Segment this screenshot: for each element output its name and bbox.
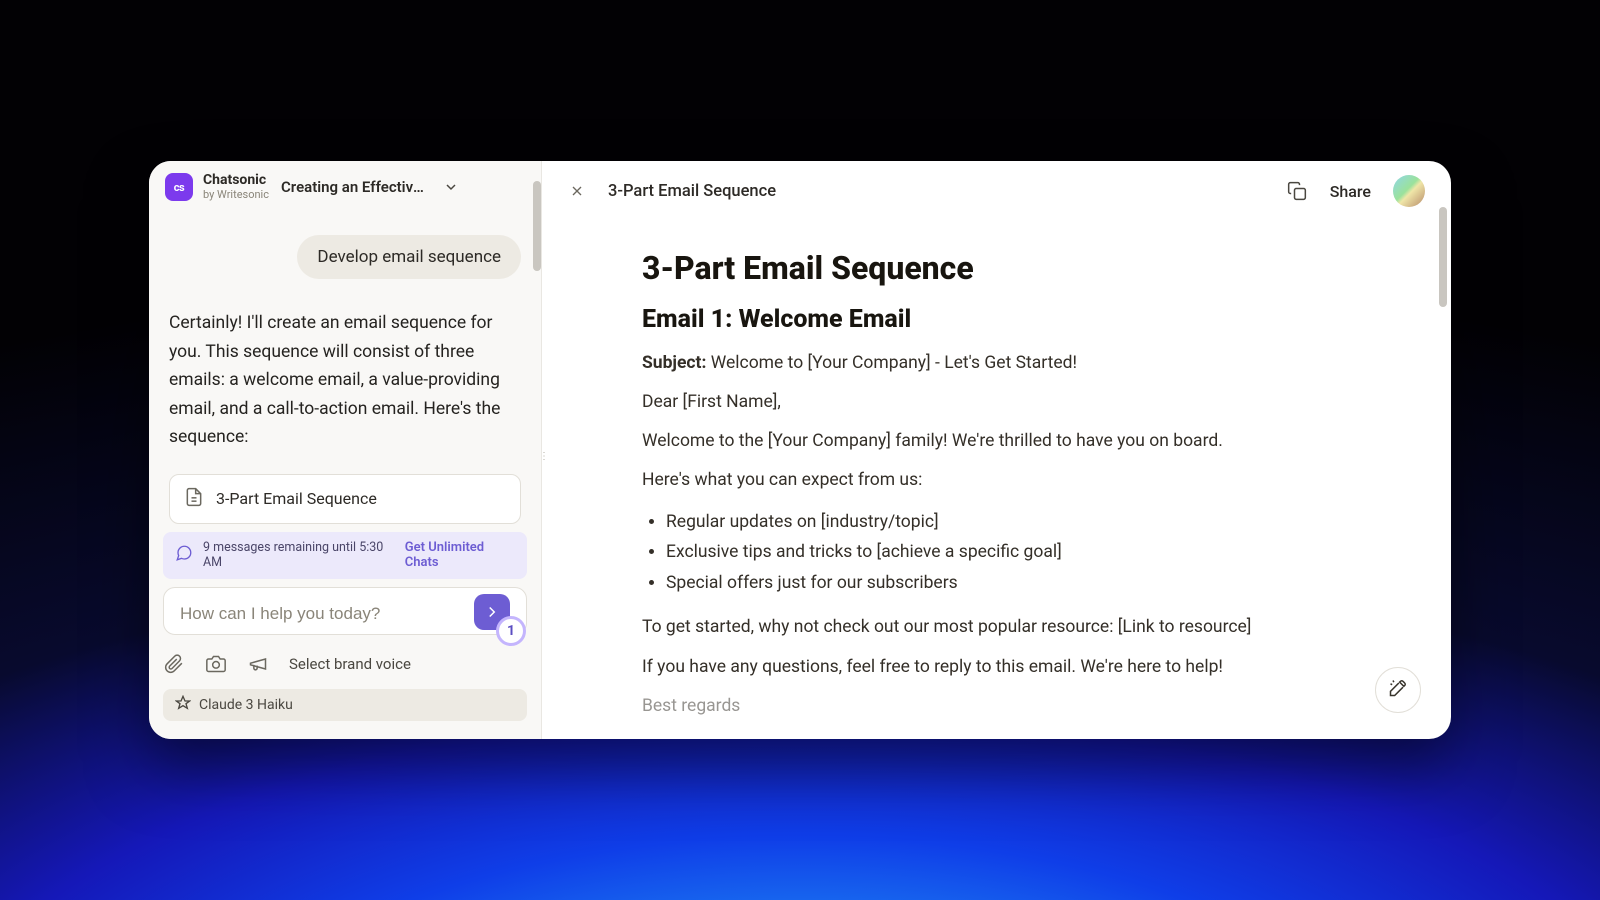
document-header: 3-Part Email Sequence Share	[542, 161, 1451, 221]
user-message: Develop email sequence	[297, 235, 521, 279]
magic-edit-fab[interactable]	[1375, 667, 1421, 713]
expect-intro: Here's what you can expect from us:	[642, 467, 1363, 494]
model-label: Claude 3 Haiku	[199, 697, 293, 713]
expectations-list: Regular updates on [industry/topic] Excl…	[666, 507, 1363, 599]
greeting: Dear [First Name],	[642, 389, 1363, 416]
scrollbar[interactable]	[533, 181, 541, 271]
chat-header: cs Chatsonic by Writesonic Creating an E…	[149, 161, 541, 209]
share-button[interactable]: Share	[1330, 182, 1371, 201]
chat-panel: cs Chatsonic by Writesonic Creating an E…	[149, 161, 542, 739]
user-avatar[interactable]	[1393, 175, 1425, 207]
email-1-heading: Email 1: Welcome Email	[642, 305, 1363, 334]
model-icon	[175, 695, 191, 715]
camera-icon[interactable]	[205, 653, 227, 675]
subject-value: Welcome to [Your Company] - Let's Get St…	[711, 353, 1077, 373]
quota-text: 9 messages remaining until 5:30 AM	[203, 540, 395, 571]
upgrade-link[interactable]: Get Unlimited Chats	[405, 540, 515, 570]
close-panel-button[interactable]	[568, 182, 586, 200]
list-item: Regular updates on [industry/topic]	[666, 507, 1363, 538]
send-area: 1	[474, 594, 520, 640]
signoff: Best regards	[642, 693, 1363, 720]
doc-title: 3-Part Email Sequence	[642, 249, 1363, 287]
copy-button[interactable]	[1286, 180, 1308, 202]
thread-dropdown-icon[interactable]	[441, 177, 461, 197]
document-icon	[184, 487, 204, 511]
model-selector[interactable]: Claude 3 Haiku	[163, 689, 527, 721]
scrollbar[interactable]	[1439, 207, 1447, 307]
list-item: Special offers just for our subscribers	[666, 568, 1363, 599]
assistant-message: Certainly! I'll create an email sequence…	[169, 309, 521, 452]
composer: 1	[163, 587, 527, 635]
magic-wand-icon	[1388, 678, 1408, 702]
document-panel: 3-Part Email Sequence Share 3-Part Email…	[542, 161, 1451, 739]
thread-title[interactable]: Creating an Effective Email S	[281, 178, 431, 196]
app-window: cs Chatsonic by Writesonic Creating an E…	[149, 161, 1451, 739]
subject-line: Subject: Welcome to [Your Company] - Let…	[642, 350, 1363, 377]
app-logo: cs	[165, 173, 193, 201]
app-byline: by Writesonic	[203, 189, 269, 201]
document-body: 3-Part Email Sequence Email 1: Welcome E…	[542, 221, 1451, 732]
attach-icon[interactable]	[163, 653, 185, 675]
brand-voice-selector[interactable]: Select brand voice	[289, 655, 411, 673]
megaphone-icon[interactable]	[247, 653, 269, 675]
notification-badge[interactable]: 1	[496, 616, 526, 646]
composer-toolbar: Select brand voice	[163, 653, 527, 675]
generated-document-card[interactable]: 3-Part Email Sequence	[169, 474, 521, 524]
generated-document-title: 3-Part Email Sequence	[216, 489, 377, 508]
subject-label: Subject:	[642, 353, 706, 373]
document-header-title: 3-Part Email Sequence	[608, 182, 776, 201]
cta-paragraph: To get started, why not check out our mo…	[642, 614, 1363, 641]
app-name: Chatsonic	[203, 173, 269, 188]
chat-bubble-icon	[175, 544, 193, 566]
help-paragraph: If you have any questions, feel free to …	[642, 654, 1363, 681]
quota-banner: 9 messages remaining until 5:30 AM Get U…	[163, 532, 527, 579]
intro-paragraph: Welcome to the [Your Company] family! We…	[642, 428, 1363, 455]
list-item: Exclusive tips and tricks to [achieve a …	[666, 537, 1363, 568]
message-input[interactable]	[180, 604, 510, 624]
app-title-block: Chatsonic by Writesonic	[203, 173, 269, 200]
